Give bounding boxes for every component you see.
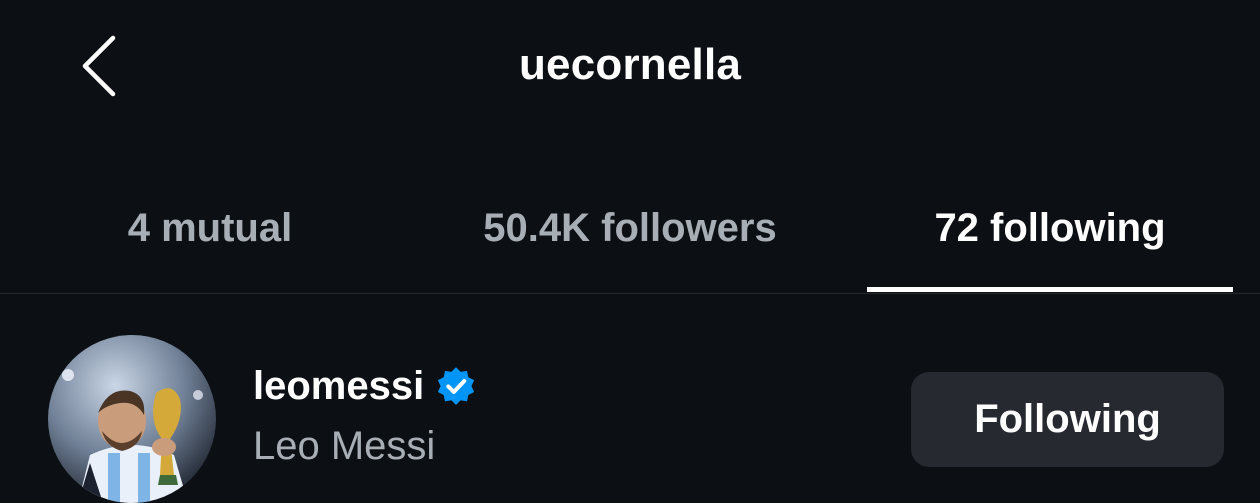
verified-badge-icon [434, 365, 478, 409]
active-tab-indicator [867, 287, 1233, 292]
avatar[interactable] [48, 335, 216, 503]
username-link[interactable]: leomessi [253, 364, 478, 409]
username: leomessi [253, 364, 425, 408]
following-button[interactable]: Following [911, 372, 1224, 467]
page-title: uecornella [518, 40, 742, 89]
profile-photo [48, 335, 216, 503]
tab-mutual[interactable]: 4 mutual [60, 206, 360, 251]
list-item[interactable]: leomessi Leo Messi Following [0, 294, 1260, 503]
tab-following[interactable]: 72 following [867, 206, 1233, 251]
tab-followers[interactable]: 50.4K followers [440, 206, 820, 251]
full-name: Leo Messi [253, 424, 436, 468]
tab-bar: 4 mutual 50.4K followers 72 following [0, 180, 1260, 294]
header-bar: uecornella [0, 0, 1260, 140]
